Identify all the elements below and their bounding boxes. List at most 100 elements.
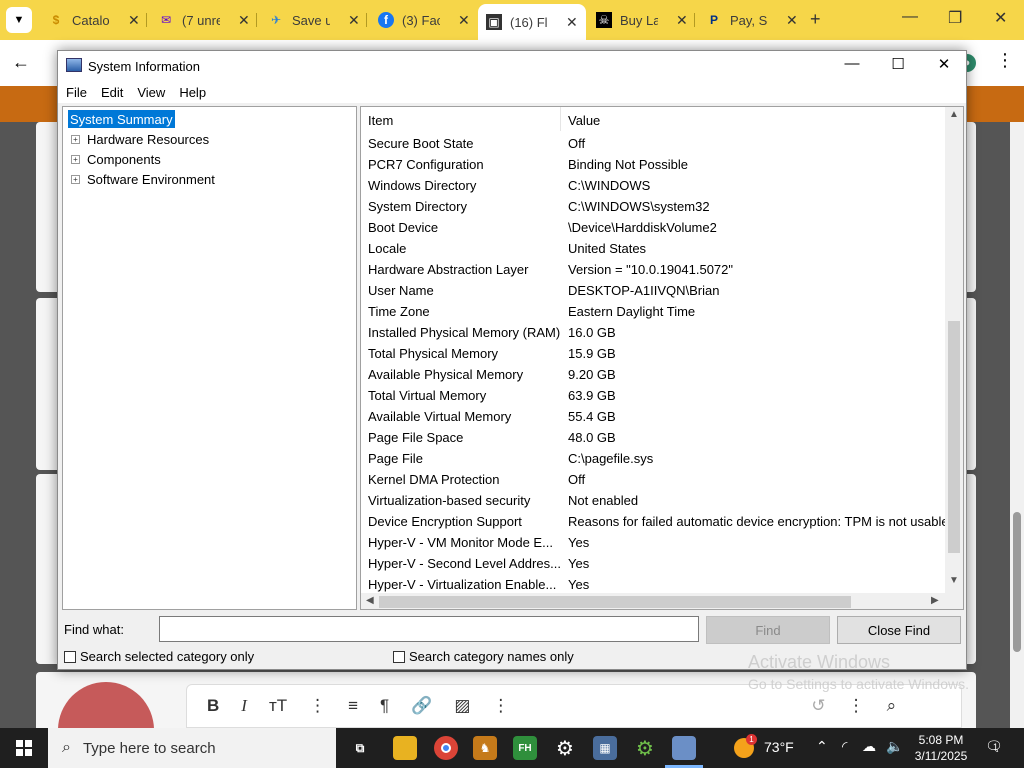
- table-row[interactable]: System Directory C:\WINDOWS\system32: [361, 196, 945, 217]
- close-icon[interactable]: ✕: [128, 12, 140, 29]
- cloud-icon[interactable]: ☁: [862, 738, 876, 755]
- browser-tab-6[interactable]: ☠ Buy La ✕: [588, 6, 696, 34]
- tree-item-system-summary[interactable]: System Summary: [68, 110, 175, 128]
- table-row[interactable]: Hyper-V - VM Monitor Mode E... Yes: [361, 532, 945, 553]
- table-row[interactable]: User Name DESKTOP-A1IIVQN\Brian: [361, 280, 945, 301]
- settings-gear-icon[interactable]: ⚙: [553, 736, 577, 760]
- table-row[interactable]: Time Zone Eastern Daylight Time: [361, 301, 945, 322]
- table-row[interactable]: Hyper-V - Second Level Addres... Yes: [361, 553, 945, 574]
- table-row[interactable]: Total Physical Memory 15.9 GB: [361, 343, 945, 364]
- table-row[interactable]: Page File C:\pagefile.sys: [361, 448, 945, 469]
- align-button[interactable]: ≡: [348, 696, 358, 716]
- link-icon[interactable]: 🔗: [411, 696, 432, 716]
- close-find-button[interactable]: Close Find: [837, 616, 961, 644]
- table-row[interactable]: Available Physical Memory 9.20 GB: [361, 364, 945, 385]
- taskbar-search-box[interactable]: ⌕ Type here to search: [48, 728, 336, 768]
- browser-close-icon[interactable]: ✕: [994, 8, 1007, 28]
- back-arrow-icon[interactable]: ←: [12, 52, 30, 73]
- table-row[interactable]: Virtualization-based security Not enabled: [361, 490, 945, 511]
- expand-plus-icon[interactable]: +: [71, 174, 80, 184]
- column-header-value[interactable]: Value: [561, 107, 600, 131]
- forza-horizon-icon[interactable]: FH: [513, 736, 537, 760]
- tree-item-software-environment[interactable]: + Software Environment: [71, 170, 215, 188]
- browser-tab-4[interactable]: f (3) Face ✕: [370, 6, 478, 34]
- vertical-scrollbar[interactable]: ▲ ▼: [945, 107, 963, 593]
- tools-gear-icon[interactable]: ⚙: [633, 736, 657, 760]
- table-row[interactable]: Page File Space 48.0 GB: [361, 427, 945, 448]
- italic-button[interactable]: I: [241, 696, 247, 716]
- more-options-icon[interactable]: ⋮: [848, 696, 865, 716]
- app-icon[interactable]: ♞: [473, 736, 497, 760]
- start-button[interactable]: [0, 728, 48, 768]
- close-icon[interactable]: ✕: [786, 12, 798, 29]
- close-icon[interactable]: ✕: [458, 12, 470, 29]
- maximize-button[interactable]: ☐: [878, 55, 918, 77]
- table-row[interactable]: Available Virtual Memory 55.4 GB: [361, 406, 945, 427]
- close-icon[interactable]: ✕: [348, 12, 360, 29]
- system-info-taskbar-icon[interactable]: [672, 736, 696, 760]
- scroll-down-icon[interactable]: ▼: [949, 575, 959, 586]
- horizontal-scrollbar[interactable]: ◀ ▶: [361, 593, 945, 609]
- expand-plus-icon[interactable]: +: [71, 134, 80, 144]
- browser-tab-3[interactable]: ✈ Save up ✕: [260, 6, 368, 34]
- calculator-icon[interactable]: ▦: [593, 736, 617, 760]
- table-row[interactable]: Windows Directory C:\WINDOWS: [361, 175, 945, 196]
- browser-tab-1[interactable]: $ Catalog ✕: [40, 6, 148, 34]
- tree-item-hardware-resources[interactable]: + Hardware Resources: [71, 130, 209, 148]
- table-row[interactable]: Hyper-V - Virtualization Enable... Yes: [361, 574, 945, 595]
- search-category-names-checkbox[interactable]: Search category names only: [393, 649, 574, 664]
- more-options-icon[interactable]: ⋮: [309, 696, 326, 716]
- menu-view[interactable]: View: [137, 85, 165, 100]
- table-row[interactable]: Hardware Abstraction Layer Version = "10.…: [361, 259, 945, 280]
- text-size-button[interactable]: тT: [269, 696, 287, 716]
- task-view-icon[interactable]: ⧉: [348, 736, 372, 760]
- table-row[interactable]: Kernel DMA Protection Off: [361, 469, 945, 490]
- close-icon[interactable]: ✕: [566, 14, 578, 31]
- paragraph-button[interactable]: ¶: [380, 696, 389, 716]
- volume-icon[interactable]: 🔈: [886, 738, 903, 755]
- find-button[interactable]: Find: [706, 616, 830, 644]
- network-icon[interactable]: ◜: [842, 738, 847, 755]
- browser-tab-2[interactable]: ✉ (7 unre ✕: [150, 6, 258, 34]
- browser-menu-icon[interactable]: ⋮: [996, 50, 1014, 71]
- scroll-up-icon[interactable]: ▲: [949, 109, 959, 120]
- horizontal-scrollbar-thumb[interactable]: [379, 596, 851, 608]
- close-icon[interactable]: ✕: [676, 12, 688, 29]
- bold-button[interactable]: B: [207, 696, 219, 716]
- table-row[interactable]: Boot Device \Device\HarddiskVolume2: [361, 217, 945, 238]
- taskbar-clock[interactable]: 5:08 PM 3/11/2025: [906, 732, 976, 764]
- scroll-right-icon[interactable]: ▶: [931, 595, 939, 606]
- table-row[interactable]: Device Encryption Support Reasons for fai…: [361, 511, 945, 532]
- menu-help[interactable]: Help: [179, 85, 206, 100]
- more-options-icon[interactable]: ⋮: [492, 696, 509, 716]
- menu-edit[interactable]: Edit: [101, 85, 123, 100]
- undo-icon[interactable]: ↺: [811, 696, 825, 716]
- vertical-scrollbar-thumb[interactable]: [948, 321, 960, 553]
- tree-item-components[interactable]: + Components: [71, 150, 161, 168]
- menu-file[interactable]: File: [66, 85, 87, 100]
- tab-search-button[interactable]: ▼: [6, 7, 32, 33]
- preview-icon[interactable]: ⌕: [887, 696, 897, 716]
- table-row[interactable]: Locale United States: [361, 238, 945, 259]
- minimize-button[interactable]: —: [832, 55, 872, 77]
- checkbox-box[interactable]: [393, 650, 405, 663]
- browser-tab-7[interactable]: P Pay, Se ✕: [698, 6, 806, 34]
- browser-tab-5-active[interactable]: ▣ (16) Fle ✕: [478, 4, 586, 40]
- table-row[interactable]: Installed Physical Memory (RAM) 16.0 GB: [361, 322, 945, 343]
- checkbox-box[interactable]: [64, 650, 76, 663]
- search-selected-category-checkbox[interactable]: Search selected category only: [64, 649, 254, 664]
- table-row[interactable]: Secure Boot State Off: [361, 133, 945, 154]
- column-header-item[interactable]: Item: [361, 107, 561, 131]
- file-explorer-icon[interactable]: [393, 736, 417, 760]
- image-icon[interactable]: ▨: [454, 696, 470, 716]
- chrome-icon[interactable]: [434, 736, 458, 760]
- expand-plus-icon[interactable]: +: [71, 154, 80, 164]
- weather-temperature[interactable]: 73°F: [764, 739, 794, 755]
- scroll-left-icon[interactable]: ◀: [366, 595, 374, 606]
- browser-minimize-icon[interactable]: —: [902, 8, 918, 26]
- window-titlebar[interactable]: System Information — ☐ ✕: [58, 51, 966, 81]
- page-scrollbar-thumb[interactable]: [1013, 512, 1021, 652]
- browser-restore-icon[interactable]: ❐: [948, 8, 962, 28]
- find-what-input[interactable]: [159, 616, 699, 642]
- table-row[interactable]: PCR7 Configuration Binding Not Possible: [361, 154, 945, 175]
